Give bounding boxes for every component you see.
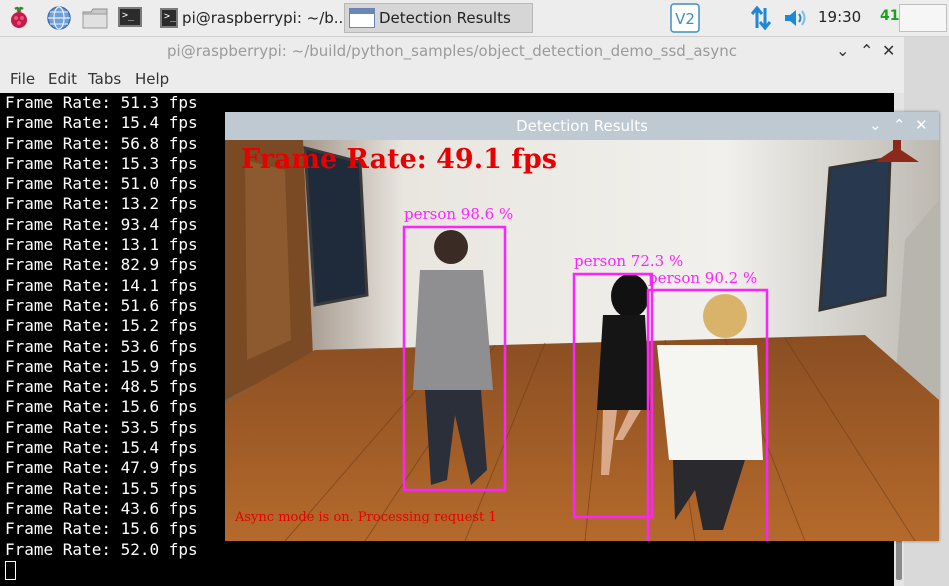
cpu-usage: 41 — [880, 8, 900, 24]
cpu-graph[interactable] — [899, 4, 947, 32]
maximize-icon[interactable]: ⌃ — [860, 41, 873, 60]
async-status-overlay: Async mode is on. Processing request 1 — [235, 510, 497, 525]
detection-title[interactable]: Detection Results — [225, 112, 939, 140]
scrollbar-thumb[interactable] — [896, 540, 902, 580]
scene-illustration — [225, 140, 939, 541]
menu-file[interactable]: File — [10, 70, 35, 88]
video-frame: Frame Rate: 49.1 fps person 98.6 % perso… — [225, 140, 939, 541]
terminal-icon[interactable]: >_ — [118, 7, 144, 33]
detection-label: person 72.3 % — [574, 252, 684, 270]
task-label: Detection Results — [379, 9, 511, 27]
taskbar: >_ >_ pi@raspberrypi: ~/b... Detection R… — [0, 0, 949, 37]
menu-edit[interactable]: Edit — [48, 70, 77, 88]
close-icon[interactable]: ✕ — [882, 41, 895, 60]
task-terminal[interactable]: >_ pi@raspberrypi: ~/b... — [160, 3, 348, 33]
file-manager-icon[interactable] — [81, 5, 108, 31]
browser-globe-icon[interactable] — [46, 5, 72, 31]
detection-window: Detection Results ⌄ ⌃ ✕ Frame Rate: 49.1… — [225, 112, 939, 541]
detection-label: person 98.6 % — [404, 205, 514, 223]
vnc-icon[interactable]: V2 — [670, 3, 700, 33]
detection-label: person 90.2 % — [648, 269, 758, 287]
svg-text:V2: V2 — [675, 10, 695, 28]
minimize-icon[interactable]: ⌄ — [869, 116, 882, 134]
terminal-line: Frame Rate: 52.0 fps — [5, 539, 198, 559]
raspberry-menu-icon[interactable] — [6, 5, 32, 31]
maximize-icon[interactable]: ⌃ — [893, 116, 906, 134]
close-icon[interactable]: ✕ — [915, 116, 928, 134]
clock[interactable]: 19:30 — [818, 8, 861, 26]
terminal-menubar: File Edit Tabs Help — [0, 67, 904, 91]
task-label: pi@raspberrypi: ~/b... — [182, 9, 349, 27]
menu-tabs[interactable]: Tabs — [88, 70, 121, 88]
menu-help[interactable]: Help — [135, 70, 169, 88]
terminal-title[interactable]: pi@raspberrypi: ~/build/python_samples/o… — [0, 37, 904, 65]
network-arrows-icon[interactable] — [750, 5, 776, 31]
terminal-icon: >_ — [160, 8, 179, 28]
terminal-prompt — [5, 560, 894, 580]
text-cursor — [5, 560, 16, 580]
minimize-icon[interactable]: ⌄ — [836, 41, 849, 60]
window-icon — [349, 8, 375, 28]
task-detection-results[interactable]: Detection Results — [344, 3, 533, 33]
frame-rate-overlay: Frame Rate: 49.1 fps — [241, 144, 557, 175]
volume-icon[interactable] — [782, 5, 808, 31]
terminal-line: Frame Rate: 51.3 fps — [5, 93, 198, 112]
